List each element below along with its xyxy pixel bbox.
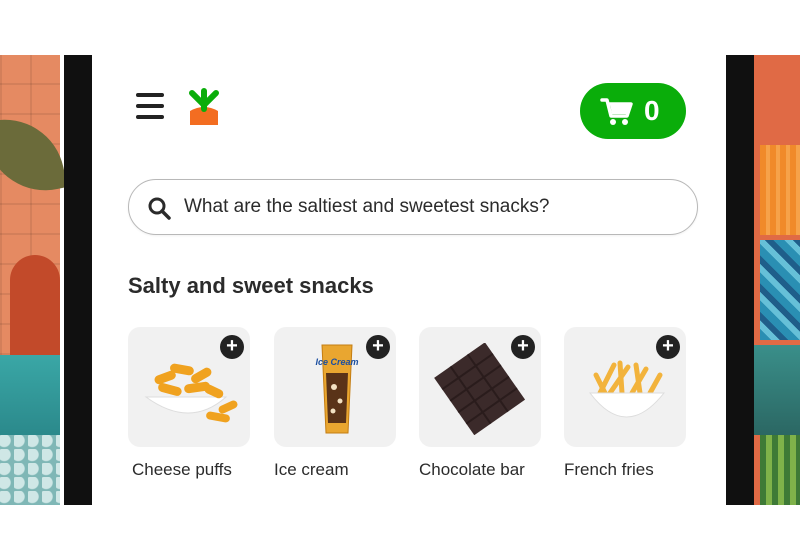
letterbox-bottom xyxy=(0,505,800,560)
section-title: Salty and sweet snacks xyxy=(128,273,374,298)
cart-count: 0 xyxy=(644,95,660,126)
carrot-logo-icon xyxy=(189,88,219,125)
background-right xyxy=(752,55,800,505)
shopping-cart-icon xyxy=(600,98,633,125)
add-to-cart-button[interactable]: + xyxy=(511,335,535,359)
search-icon xyxy=(148,197,171,220)
palm-leaf xyxy=(0,108,68,202)
app-screen: 0 What are the saltiest and sweetest sna… xyxy=(92,55,726,505)
add-to-cart-button[interactable]: + xyxy=(656,335,680,359)
product-label[interactable]: Chocolate bar xyxy=(419,460,525,480)
product-card-chocolate-bar[interactable]: + xyxy=(419,327,541,447)
product-card-cheese-puffs[interactable]: + xyxy=(128,327,250,447)
video-scene: 0 What are the saltiest and sweetest sna… xyxy=(0,55,800,505)
ice-cream-packaging-text: Ice Cream xyxy=(315,357,358,367)
bench xyxy=(752,345,800,435)
towel-blue xyxy=(760,240,800,340)
towel-orange xyxy=(760,145,800,235)
search-input[interactable]: What are the saltiest and sweetest snack… xyxy=(128,179,698,235)
add-to-cart-button[interactable]: + xyxy=(220,335,244,359)
wall-shadow xyxy=(10,255,60,365)
product-card-french-fries[interactable]: + xyxy=(564,327,686,447)
product-label[interactable]: Ice cream xyxy=(274,460,349,480)
phone-frame: 0 What are the saltiest and sweetest sna… xyxy=(64,55,754,505)
background-left xyxy=(0,55,68,505)
search-query-text: What are the saltiest and sweetest snack… xyxy=(184,196,550,217)
product-card-ice-cream[interactable]: Ice Cream + xyxy=(274,327,396,447)
cart-button[interactable]: 0 xyxy=(580,83,686,139)
pool-water xyxy=(0,435,60,505)
product-label[interactable]: Cheese puffs xyxy=(132,460,232,480)
hamburger-menu-icon[interactable] xyxy=(136,93,166,121)
product-label[interactable]: French fries xyxy=(564,460,654,480)
towel-green xyxy=(760,435,800,505)
letterbox-top xyxy=(0,0,800,55)
add-to-cart-button[interactable]: + xyxy=(366,335,390,359)
